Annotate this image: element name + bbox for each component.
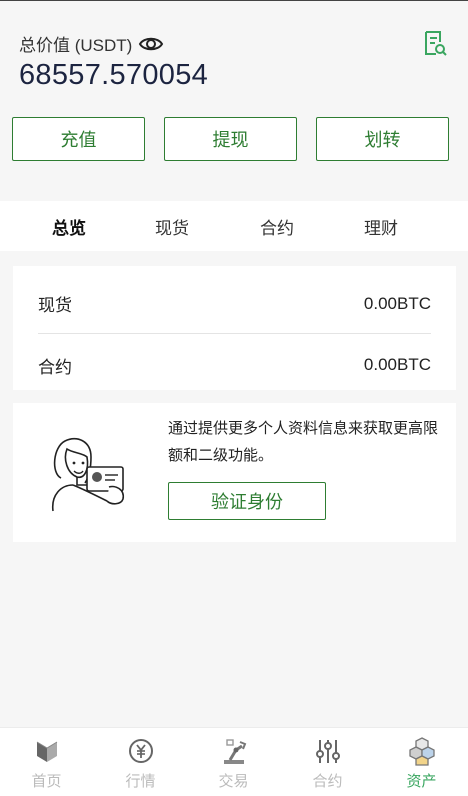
verify-identity-button[interactable]: 验证身份 [168, 482, 326, 520]
contract-icon [315, 740, 340, 763]
balance-row-contract[interactable]: 合约 0.00BTC [38, 335, 431, 395]
balance-row-spot[interactable]: 现货 0.00BTC [38, 274, 431, 334]
trade-icon [223, 739, 246, 764]
total-value-label-text: 总价值 (USDT) [19, 36, 133, 55]
nav-label: 合约 [312, 773, 343, 790]
balance-label: 现货 [38, 296, 72, 315]
nav-contract[interactable]: 合约 [281, 728, 374, 796]
balance-card: 现货 0.00BTC 合约 0.00BTC [13, 266, 456, 390]
balance-value: 0.00BTC [363, 293, 431, 313]
identity-illustration [51, 437, 125, 512]
recharge-button[interactable]: 充值 [12, 117, 145, 161]
eye-icon[interactable] [138, 34, 164, 54]
verify-identity-card: 通过提供更多个人资料信息来获取更高限额和二级功能。 验证身份 [13, 403, 456, 542]
tab-finance[interactable]: 理财 [341, 201, 421, 251]
balance-label: 合约 [38, 357, 72, 377]
total-value-label: 总价值 (USDT) [19, 31, 164, 56]
nav-assets[interactable]: 资产 [375, 728, 468, 796]
nav-label: 行情 [125, 773, 156, 790]
tab-spot[interactable]: 现货 [132, 201, 212, 251]
asset-summary: 总价值 (USDT) 68557.570054 充值 提现 划转 [0, 0, 468, 200]
nav-label: 首页 [31, 773, 62, 790]
home-icon [36, 741, 57, 762]
total-value: 68557.570054 [19, 59, 209, 91]
tab-overview[interactable]: 总览 [29, 201, 109, 251]
tab-contract[interactable]: 合约 [237, 201, 317, 251]
nav-label: 资产 [406, 773, 437, 790]
nav-market[interactable]: 行情 [94, 728, 187, 796]
asset-tabs: 总览 现货 合约 理财 [0, 201, 468, 251]
balance-value: 0.00BTC [363, 355, 431, 374]
record-icon[interactable] [422, 29, 448, 57]
verify-description: 通过提供更多个人资料信息来获取更高限额和二级功能。 [168, 420, 439, 464]
bottom-navigation: 首页 行情 交易 合约 资产 [0, 727, 468, 796]
nav-label: 交易 [218, 773, 249, 790]
nav-trade[interactable]: 交易 [187, 728, 280, 796]
assets-icon [408, 737, 435, 766]
withdraw-button[interactable]: 提现 [164, 117, 297, 161]
transfer-button[interactable]: 划转 [316, 117, 449, 161]
market-icon [128, 739, 153, 763]
nav-home[interactable]: 首页 [0, 728, 93, 796]
